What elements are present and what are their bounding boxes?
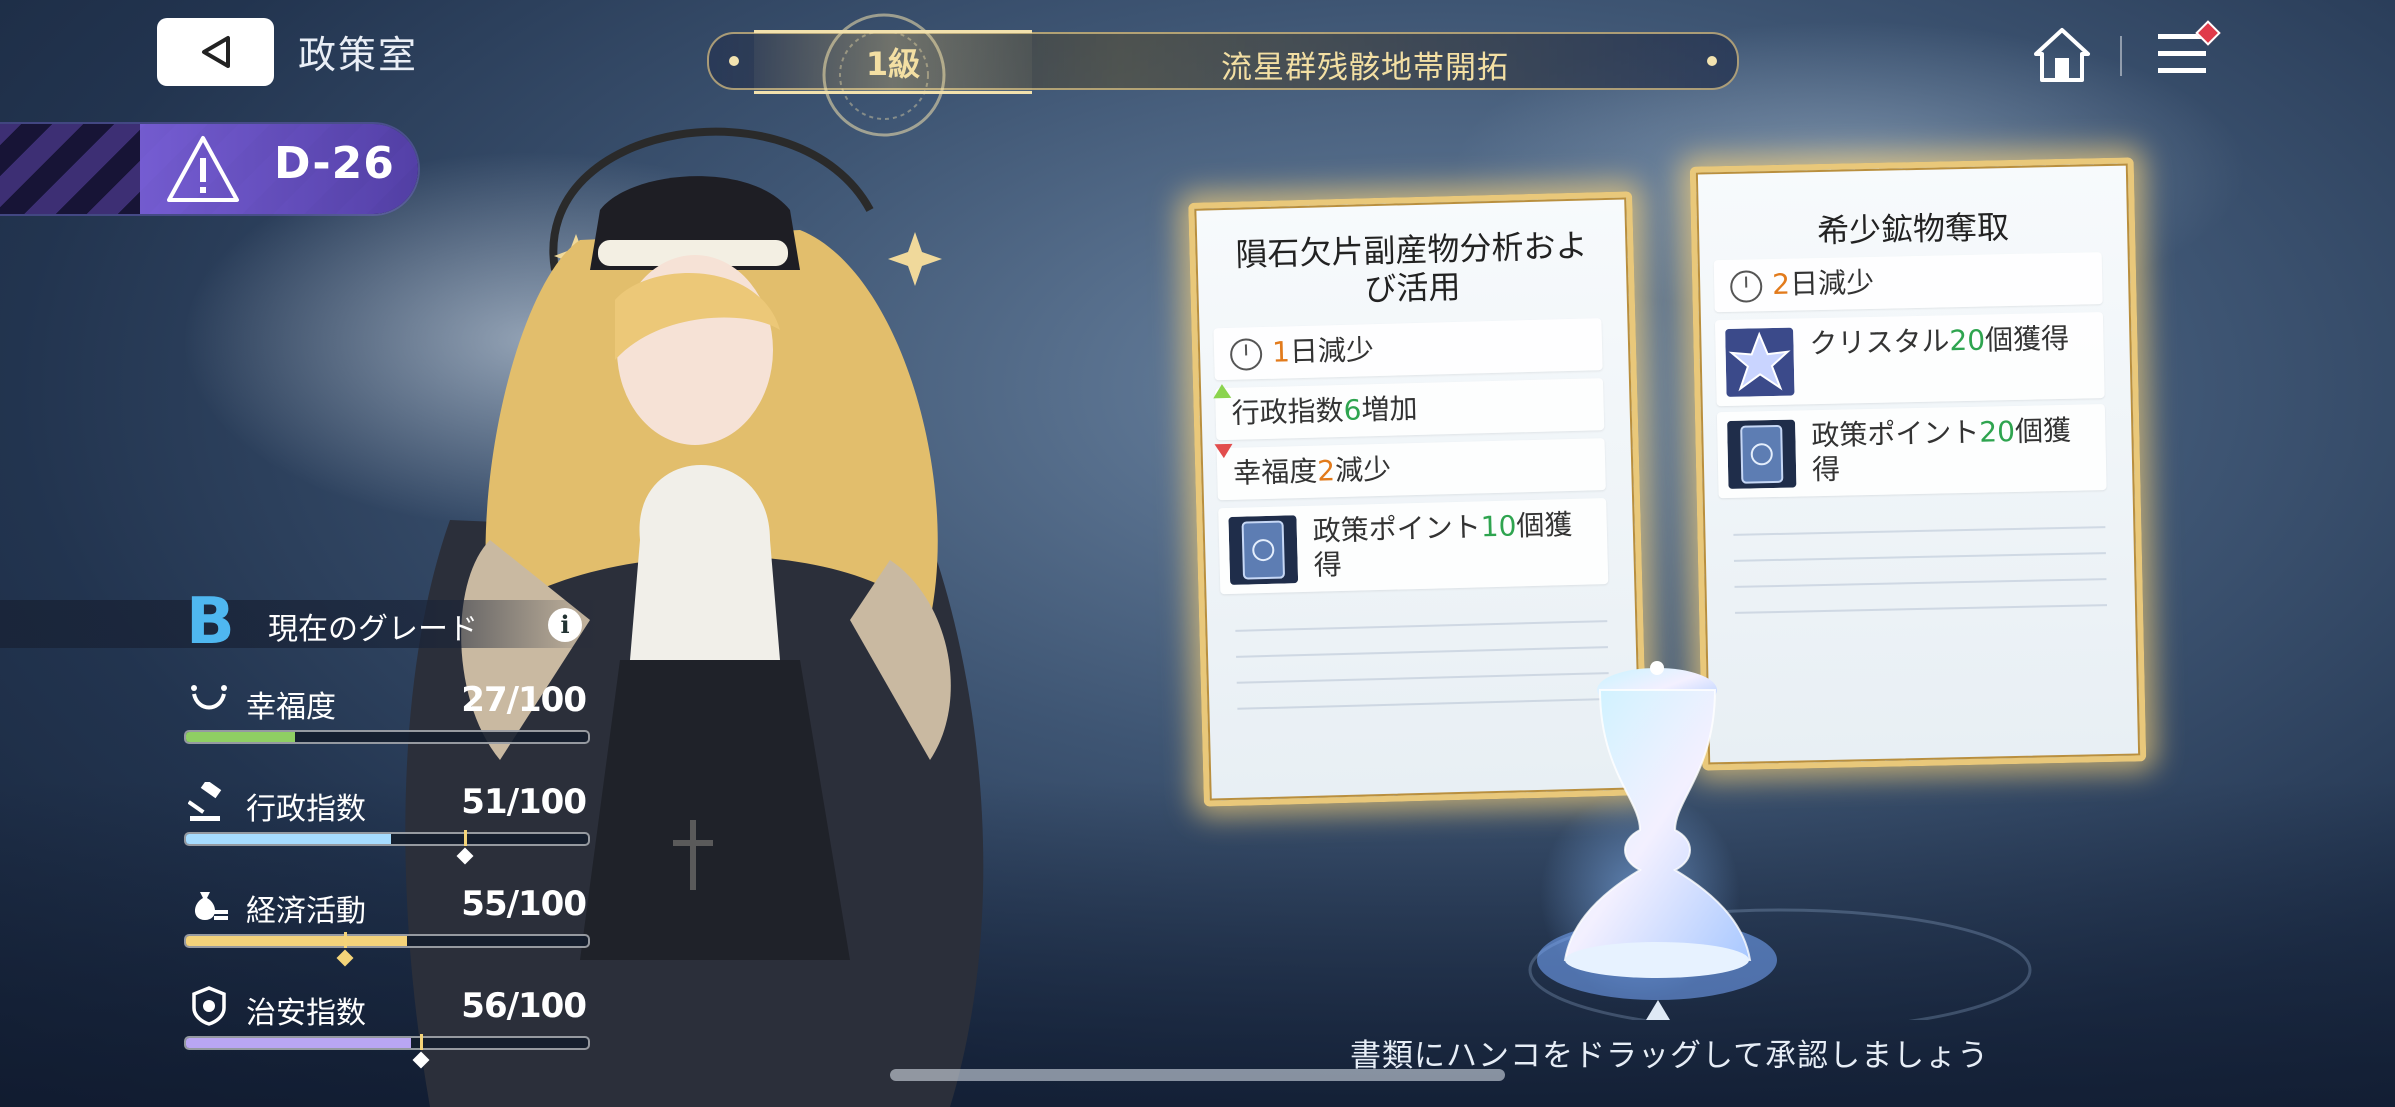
clock-icon xyxy=(1729,270,1763,303)
stat-bar-fill xyxy=(186,732,295,742)
document-line xyxy=(1735,604,2108,614)
policy-card-title: 希少鉱物奪取 xyxy=(1816,208,2010,251)
stat-0: 幸福度 27/100 xyxy=(184,680,590,770)
stat-target-marker xyxy=(343,932,347,948)
stat-bar xyxy=(184,730,590,744)
grade-label: 現在のグレード xyxy=(268,612,478,647)
home-indicator[interactable] xyxy=(890,1069,1505,1081)
warning-icon xyxy=(167,136,239,202)
drag-hint-arrow xyxy=(1646,1000,1670,1020)
banner-dot xyxy=(1707,56,1717,66)
stat-target-diamond xyxy=(456,847,474,865)
policy-card-title: 隕石欠片副産物分析および活用 xyxy=(1235,226,1588,309)
effect-prefix: 幸福度 xyxy=(1232,454,1318,490)
badge-icon xyxy=(188,986,230,1026)
stat-1: 行政指数 51/100 xyxy=(184,779,590,872)
reward-suffix: 個獲得 xyxy=(1984,321,2070,357)
stat-label: 経済活動 xyxy=(246,894,366,929)
stat-bar xyxy=(184,934,590,948)
document-line xyxy=(1235,620,1608,632)
stat-label: 治安指数 xyxy=(246,996,366,1031)
reward-prefix: クリスタル xyxy=(1809,324,1950,361)
duration-text: 日減少 xyxy=(1289,333,1375,369)
clock-icon xyxy=(1229,338,1263,371)
document-line xyxy=(1733,526,2106,536)
reward-number: 10 xyxy=(1480,509,1517,544)
approval-stamp[interactable] xyxy=(1500,640,2060,1020)
stat-value: 55/100 xyxy=(461,884,587,924)
stat-value: 27/100 xyxy=(461,680,587,720)
policy-point-icon xyxy=(1228,515,1299,585)
reward-prefix: 政策ポイント xyxy=(1811,415,1980,453)
effect-prefix: 行政指数 xyxy=(1231,393,1345,430)
effect-suffix: 増加 xyxy=(1361,391,1418,427)
crystal-icon xyxy=(1725,327,1795,397)
duration-row: 2日減少 xyxy=(1713,252,2103,313)
duration-number: 2 xyxy=(1771,267,1791,302)
gavel-icon xyxy=(187,779,230,822)
stat-target-marker xyxy=(420,1034,424,1050)
grade-letter: B xyxy=(186,585,235,659)
duration-number: 1 xyxy=(1271,335,1291,369)
reward-row: 政策ポイント10個獲得 xyxy=(1218,498,1609,595)
policy-point-icon xyxy=(1727,419,1797,489)
back-arrow-icon xyxy=(201,36,230,68)
effect-row: 行政指数6増加 xyxy=(1212,378,1605,441)
stat-bar xyxy=(184,1036,590,1050)
duration-row: 1日減少 xyxy=(1213,318,1603,381)
stat-value: 56/100 xyxy=(461,986,587,1026)
info-icon[interactable]: i xyxy=(548,608,582,642)
reward-prefix: 政策ポイント xyxy=(1312,510,1482,548)
stat-2: 経済活動 55/100 xyxy=(184,884,590,974)
document-line xyxy=(1733,552,2106,562)
document-line xyxy=(1734,578,2107,588)
stat-label: 幸福度 xyxy=(246,690,336,725)
decrease-arrow-icon xyxy=(1214,443,1233,459)
reward-number: 20 xyxy=(1949,323,1986,358)
stat-label: 行政指数 xyxy=(246,792,366,827)
stat-bar-fill xyxy=(186,936,408,946)
stat-value: 51/100 xyxy=(461,782,587,822)
stat-bar-fill xyxy=(186,834,392,844)
money-bag-icon xyxy=(188,884,230,924)
header-divider xyxy=(2120,36,2122,76)
effect-number: 6 xyxy=(1343,393,1362,427)
stat-target-diamond xyxy=(336,949,354,967)
stat-bar-fill xyxy=(186,1038,412,1048)
reward-row: クリスタル20個獲得 xyxy=(1714,312,2105,407)
home-icon[interactable] xyxy=(2032,26,2092,84)
duration-text: 日減少 xyxy=(1789,265,1875,301)
stat-target-diamond xyxy=(412,1051,430,1069)
reward-row: 政策ポイント20個獲得 xyxy=(1716,404,2107,499)
effect-row: 幸福度2減少 xyxy=(1214,438,1606,501)
smile-icon xyxy=(188,680,230,720)
increase-arrow-icon xyxy=(1212,383,1232,399)
stat-bar xyxy=(184,832,590,846)
region-name: 流星群残骸地帯開拓 xyxy=(1221,50,1509,86)
effect-number: 2 xyxy=(1316,454,1336,488)
stat-3: 治安指数 56/100 xyxy=(184,986,590,1076)
effect-suffix: 減少 xyxy=(1334,452,1392,488)
reward-number: 20 xyxy=(1979,414,2016,449)
back-button[interactable] xyxy=(157,18,274,86)
stat-target-marker xyxy=(464,830,468,846)
